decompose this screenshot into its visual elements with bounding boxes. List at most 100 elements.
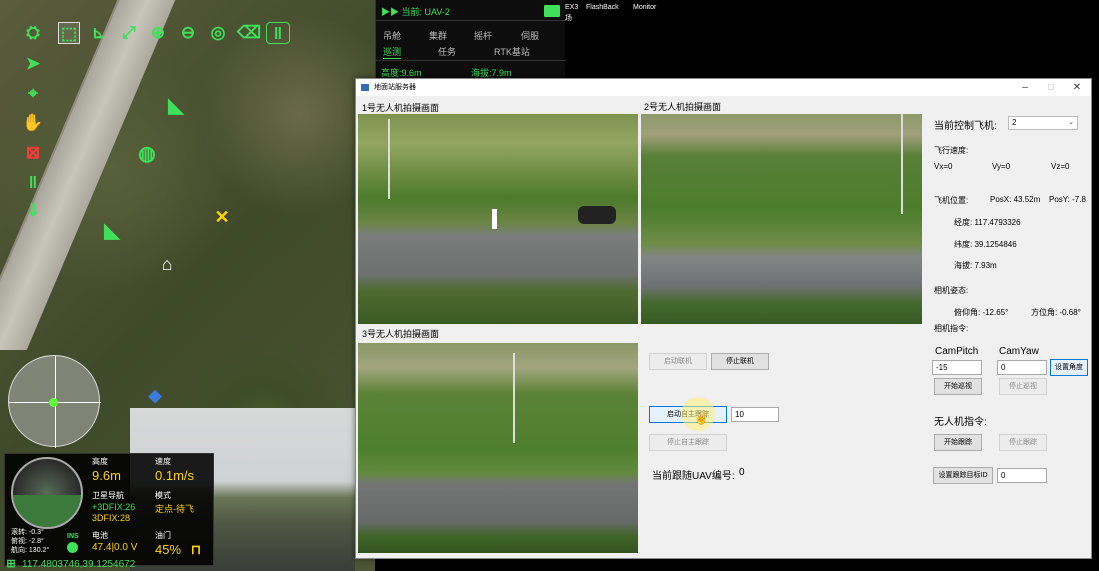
ground-station-window: 地面站服务器 – □ ✕ 1号无人机拍摄画面 2号无人机拍摄画面 3号无人机拍摄… (355, 78, 1092, 559)
grid-icon: ⊞ (6, 558, 16, 570)
camera-yaw-value: 方位角: -0.68° (1031, 308, 1081, 317)
folder-icon[interactable] (544, 5, 560, 17)
car-shape (578, 206, 616, 224)
posy-value: PosY: -7.8 (1049, 195, 1086, 204)
feed2-title: 2号无人机拍摄画面 (644, 102, 722, 112)
pole (901, 114, 903, 214)
coordinates-bar: 117.4803746,39.1254672 (22, 559, 136, 570)
tab-gimbal[interactable]: 吊舱 (383, 29, 401, 42)
tab-patrol[interactable]: 巡测 (383, 45, 402, 59)
control-label: 当前控制飞机: (934, 121, 997, 132)
pointer-icon: ☝ (694, 411, 709, 425)
flashback-label[interactable]: FlashBack (586, 4, 619, 11)
latitude-value: 纬度: 39.1254846 (954, 240, 1017, 249)
campitch-input[interactable]: -15 (932, 360, 982, 375)
target-cross-icon: ✕ (214, 207, 230, 227)
control-select[interactable]: 2 ⌄ (1008, 116, 1078, 130)
start-track-button[interactable]: 开始跟踪 (934, 434, 982, 451)
stop-auto-track-button[interactable]: 停止自主跟踪 (649, 434, 727, 451)
camyaw-label: CamYaw (999, 346, 1039, 357)
stop-track-button[interactable]: 停止跟踪 (999, 434, 1047, 451)
camera-attitude-label: 相机姿态: (934, 286, 969, 295)
uav-panel: ▶▶ 当前: UAV-2 吊舱 集群 摇杆 伺服 巡测 任务 RTK基站 高度:… (375, 0, 566, 80)
zoom-out-icon[interactable]: ⊖ (177, 22, 199, 44)
flight-speed-label: 飞行速度: (934, 146, 969, 155)
attitude-indicator (11, 457, 83, 529)
vz-value: Vz=0 (1051, 162, 1070, 171)
window-title: 地面站服务器 (374, 84, 416, 91)
pole (513, 353, 515, 443)
tab-cluster[interactable]: 集群 (429, 29, 447, 42)
tab-mission[interactable]: 任务 (438, 45, 456, 58)
feed3-title: 3号无人机拍摄画面 (362, 329, 440, 339)
longitude-value: 经度: 117.4793326 (954, 218, 1021, 227)
fit-icon[interactable]: ⤢ (118, 22, 140, 44)
attitude-values: 滚转: -0.3° 俯视: -2.8° 航向: 130.2° (11, 529, 50, 554)
tab-servo[interactable]: 伺服 (521, 29, 539, 42)
feed1-video[interactable] (358, 114, 638, 324)
mini-compass (8, 355, 101, 448)
start-patrol-button[interactable]: 开始巡视 (934, 378, 982, 395)
hand-icon[interactable]: ✋ (22, 112, 44, 134)
ruler-icon[interactable]: ⊾ (88, 22, 110, 44)
posx-value: PosX: 43.52m (990, 195, 1041, 204)
navigate-icon[interactable]: ➤ (22, 53, 44, 75)
home-icon: ⌂ (161, 254, 173, 274)
uav-command-label: 无人机指令: (934, 417, 987, 428)
window-titlebar[interactable]: 地面站服务器 – □ ✕ (356, 79, 1091, 96)
current-follow-value: 0 (739, 467, 745, 478)
drone-icon[interactable]: ⛭ (22, 22, 44, 44)
unlock-icon[interactable]: ⊓ (185, 539, 207, 561)
pause-icon[interactable]: ‖ (22, 172, 44, 194)
battery-value: 47.4|0.0 V (92, 542, 138, 553)
stop-patrol-button[interactable]: 停止巡视 (999, 378, 1047, 395)
uav-marker-circle-icon[interactable]: ◍ (136, 143, 158, 165)
maximize-button[interactable]: □ (1038, 79, 1064, 96)
stop-link-button[interactable]: 停止联机 (711, 353, 769, 370)
lock-icon[interactable]: ⊠ (22, 142, 44, 164)
monitor-label[interactable]: Monitor (633, 4, 656, 11)
person-shape (492, 209, 497, 229)
altitude-value: 9.6m (92, 468, 121, 483)
uav-marker-icon[interactable]: ◣ (165, 95, 187, 117)
feed2-video[interactable] (641, 114, 922, 324)
map-view[interactable]: ⛭ ⬚ ⊾ ⤢ ⊕ ⊖ ◎ ⌫ ‖ ➤ ⌖ ✋ ⊠ ‖ ⇓ ◣ ◍ ◣ ✕ ⌂ … (0, 0, 375, 571)
set-angle-button[interactable]: 设置角度 (1050, 359, 1088, 376)
auto-track-input[interactable]: 10 (731, 407, 779, 422)
close-button[interactable]: ✕ (1064, 79, 1090, 96)
camera-command-label: 相机指令: (934, 324, 969, 333)
land-icon[interactable]: ⇓ (22, 200, 44, 222)
zoom-in-icon[interactable]: ⊕ (147, 22, 169, 44)
minimize-button[interactable]: – (1012, 79, 1038, 96)
telemetry-panel: 滚转: -0.3° 俯视: -2.8° 航向: 130.2° INS 高度 9.6… (4, 453, 214, 566)
altitude-value: 海拔: 7.93m (954, 261, 997, 270)
position-dot (49, 398, 58, 407)
target-icon[interactable]: ◎ (207, 22, 229, 44)
select-icon[interactable]: ⬚ (58, 22, 80, 44)
gnss-value: +3DFIX:26 (92, 502, 136, 512)
pause-group-icon[interactable]: ‖ (266, 22, 290, 44)
ins-label: INS (67, 533, 79, 540)
chevron-down-icon: ⌄ (1068, 119, 1074, 126)
current-uav: ▶▶ 当前: UAV-2 (376, 3, 566, 21)
target-id-input[interactable]: 0 (997, 468, 1047, 483)
position-label: 飞机位置: (934, 196, 969, 205)
camera-pitch-value: 俯仰角: -12.65° (954, 308, 1009, 317)
fragment-label: 场 (565, 15, 572, 22)
uav-marker-icon[interactable]: ◣ (101, 220, 123, 242)
speed-value: 0.1m/s (155, 468, 195, 483)
location-pin-icon[interactable]: ⌖ (22, 83, 44, 105)
current-follow-label: 当前跟随UAV编号: (652, 471, 735, 482)
feed3-video[interactable] (358, 343, 638, 553)
start-link-button[interactable]: 启动联机 (649, 353, 707, 370)
mode-value: 定点-待飞 (155, 504, 194, 514)
tab-joystick[interactable]: 摇杆 (474, 29, 492, 42)
ex3-label[interactable]: EX3 (565, 4, 578, 11)
ins-status-icon (67, 542, 78, 553)
campitch-label: CamPitch (935, 346, 979, 357)
pole (388, 119, 390, 199)
eraser-icon[interactable]: ⌫ (237, 22, 261, 44)
camyaw-input[interactable]: 0 (997, 360, 1047, 375)
tab-rtk[interactable]: RTK基站 (494, 45, 530, 58)
set-target-id-button[interactable]: 设置跟踪目标ID (933, 467, 993, 484)
